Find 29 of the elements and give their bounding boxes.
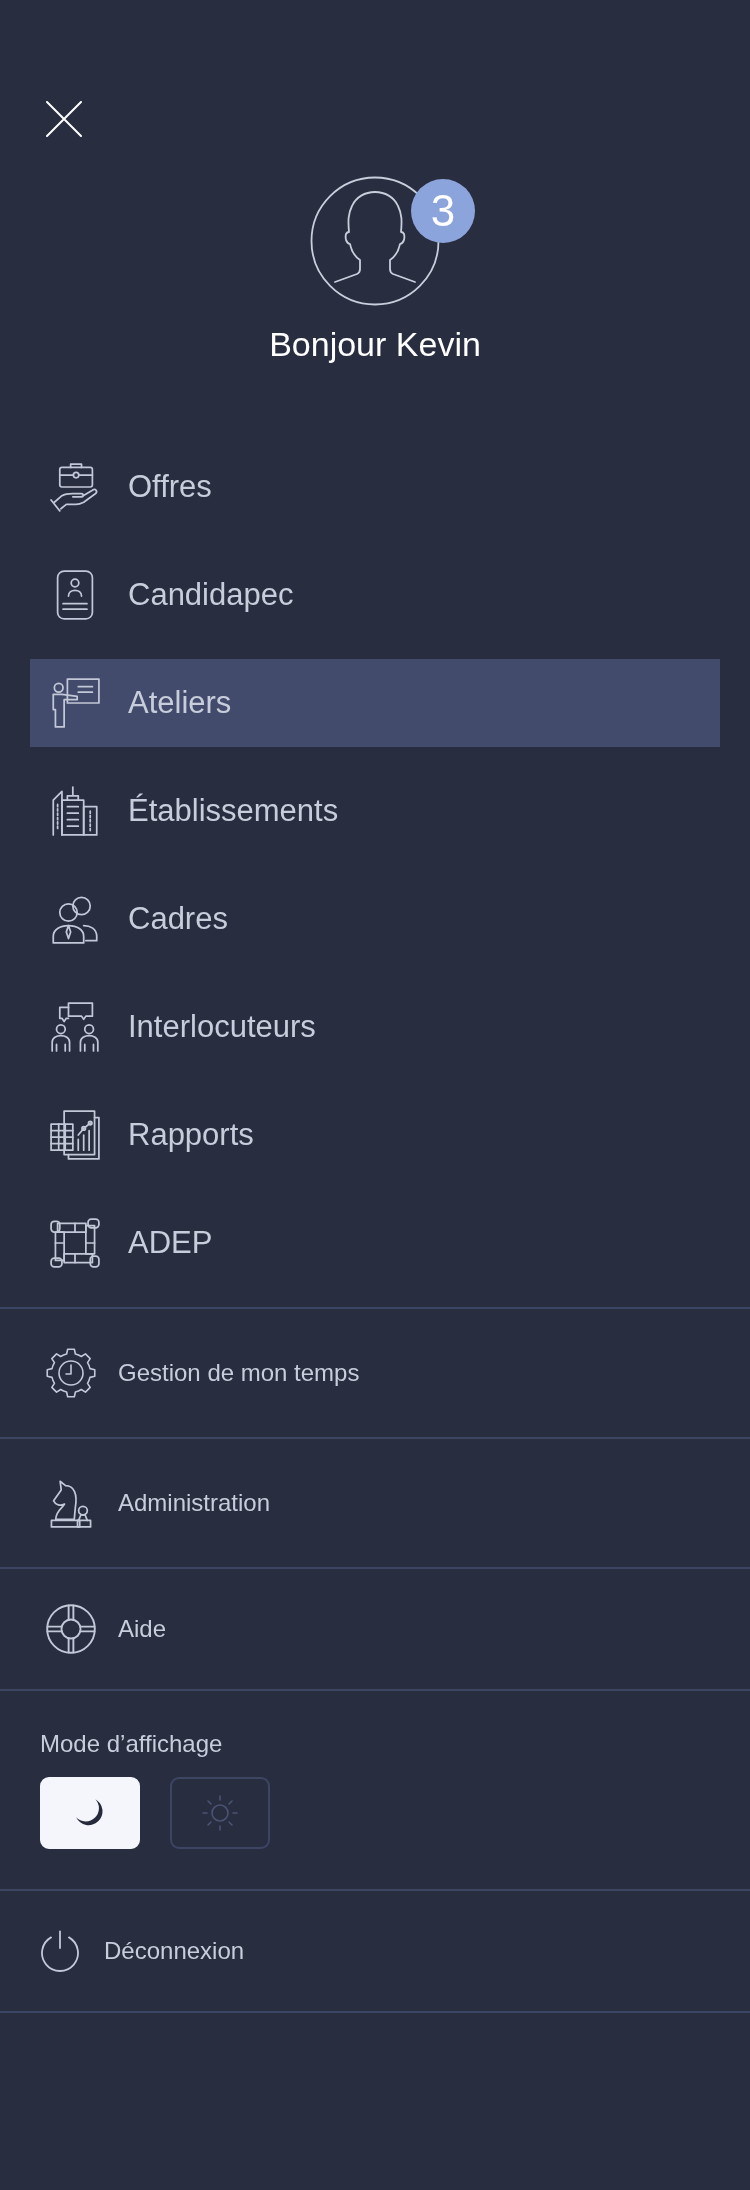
close-button[interactable] xyxy=(46,101,82,137)
greeting-text: Bonjour Kevin xyxy=(269,324,481,365)
people-chat-icon xyxy=(50,1002,100,1052)
logout-link[interactable]: Déconnexion xyxy=(0,1889,750,2013)
report-chart-icon xyxy=(50,1110,100,1160)
briefcase-hand-icon xyxy=(50,462,100,512)
display-mode-label: Mode d’affichage xyxy=(40,1729,223,1759)
menu-item[interactable]: Établissements xyxy=(30,767,720,855)
menu-item[interactable]: Interlocuteurs xyxy=(30,983,720,1071)
notification-badge: 3 xyxy=(411,179,475,243)
menu-item[interactable]: Ateliers xyxy=(30,659,720,747)
menu-item[interactable]: Rapports xyxy=(30,1091,720,1179)
dark-mode-button[interactable] xyxy=(40,1777,140,1849)
menu-item[interactable]: Aide xyxy=(0,1567,750,1689)
lifebuoy-icon xyxy=(46,1604,96,1654)
sun-icon xyxy=(202,1795,238,1831)
gear-clock-icon xyxy=(46,1348,96,1398)
power-icon xyxy=(40,1930,80,1972)
menu-item[interactable]: Offres xyxy=(30,443,720,531)
menu-item[interactable]: Candidapec xyxy=(30,551,720,639)
presenter-board-icon xyxy=(50,678,100,728)
menu-item[interactable]: Administration xyxy=(0,1437,750,1567)
menu-item[interactable]: ADEP xyxy=(30,1199,720,1287)
menu-item[interactable]: Gestion de mon temps xyxy=(0,1307,750,1437)
close-icon xyxy=(46,101,82,137)
people-icon xyxy=(50,894,100,944)
buildings-icon xyxy=(50,786,100,836)
linked-frame-icon xyxy=(50,1218,100,1268)
menu-item[interactable]: Cadres xyxy=(30,875,720,963)
